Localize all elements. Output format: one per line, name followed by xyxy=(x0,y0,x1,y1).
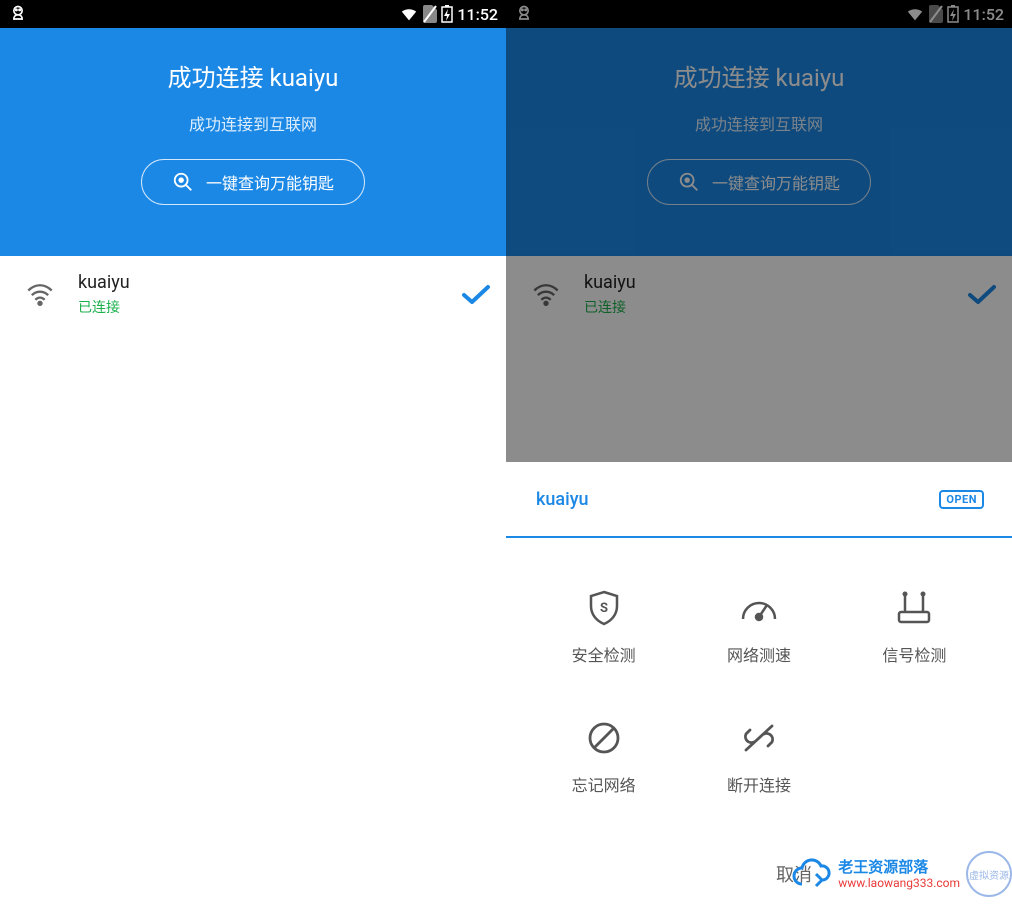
phone-left: 11:52 成功连接 kuaiyu 成功连接到互联网 一键查询万能钥匙 kuai… xyxy=(0,0,506,907)
search-key-icon xyxy=(172,171,194,193)
wifi-status: 已连接 xyxy=(78,297,460,317)
gauge-icon xyxy=(739,591,779,625)
shield-icon: S xyxy=(587,589,621,627)
query-key-button[interactable]: 一键查询万能钥匙 xyxy=(141,159,365,205)
unlink-icon xyxy=(740,720,778,756)
header-title: 成功连接 kuaiyu xyxy=(168,58,339,93)
sheet-title: kuaiyu xyxy=(536,489,589,510)
watermark-url: www.laowang333.com xyxy=(838,876,960,890)
watermark-stamp: 虚拟资源 xyxy=(966,851,1012,897)
action-label: 忘记网络 xyxy=(572,772,636,796)
router-icon xyxy=(895,590,933,626)
action-label: 断开连接 xyxy=(727,772,791,796)
action-security-check[interactable]: S 安全检测 xyxy=(526,562,681,692)
action-grid: S 安全检测 网络测速 信号检测 忘记网络 断开连接 xyxy=(506,538,1012,822)
cloud-icon xyxy=(790,856,834,892)
action-signal-check[interactable]: 信号检测 xyxy=(837,562,992,692)
query-key-label: 一键查询万能钥匙 xyxy=(206,170,334,194)
open-badge: OPEN xyxy=(939,490,984,509)
sheet-header: kuaiyu OPEN xyxy=(506,462,1012,538)
face-icon xyxy=(8,4,28,24)
wifi-action-sheet: kuaiyu OPEN S 安全检测 网络测速 信号检测 忘记网络 断开连 xyxy=(506,462,1012,907)
battery-charging-icon xyxy=(441,5,453,23)
action-label: 信号检测 xyxy=(882,642,946,666)
wifi-name: kuaiyu xyxy=(78,272,460,293)
wifi-icon xyxy=(26,282,54,306)
sim-icon xyxy=(423,5,437,23)
wifi-list-item[interactable]: kuaiyu 已连接 xyxy=(0,256,506,332)
action-label: 网络测速 xyxy=(727,642,791,666)
phone-right: 11:52 成功连接 kuaiyu 成功连接到互联网 一键查询万能钥匙 kuai… xyxy=(506,0,1012,907)
wifi-status-icon xyxy=(399,6,419,22)
svg-text:S: S xyxy=(600,601,608,616)
action-forget-network[interactable]: 忘记网络 xyxy=(526,692,681,822)
status-bar: 11:52 xyxy=(0,0,506,28)
forbid-icon xyxy=(586,720,622,756)
action-disconnect[interactable]: 断开连接 xyxy=(681,692,836,822)
action-speed-test[interactable]: 网络测速 xyxy=(681,562,836,692)
action-label: 安全检测 xyxy=(572,642,636,666)
watermark-name: 老王资源部落 xyxy=(838,858,960,876)
watermark: 老王资源部落 www.laowang333.com 虚拟资源 xyxy=(790,851,1012,897)
connection-header: 成功连接 kuaiyu 成功连接到互联网 一键查询万能钥匙 xyxy=(0,28,506,256)
check-icon xyxy=(460,282,492,306)
header-subtitle: 成功连接到互联网 xyxy=(189,111,317,135)
clock-text: 11:52 xyxy=(457,5,498,24)
